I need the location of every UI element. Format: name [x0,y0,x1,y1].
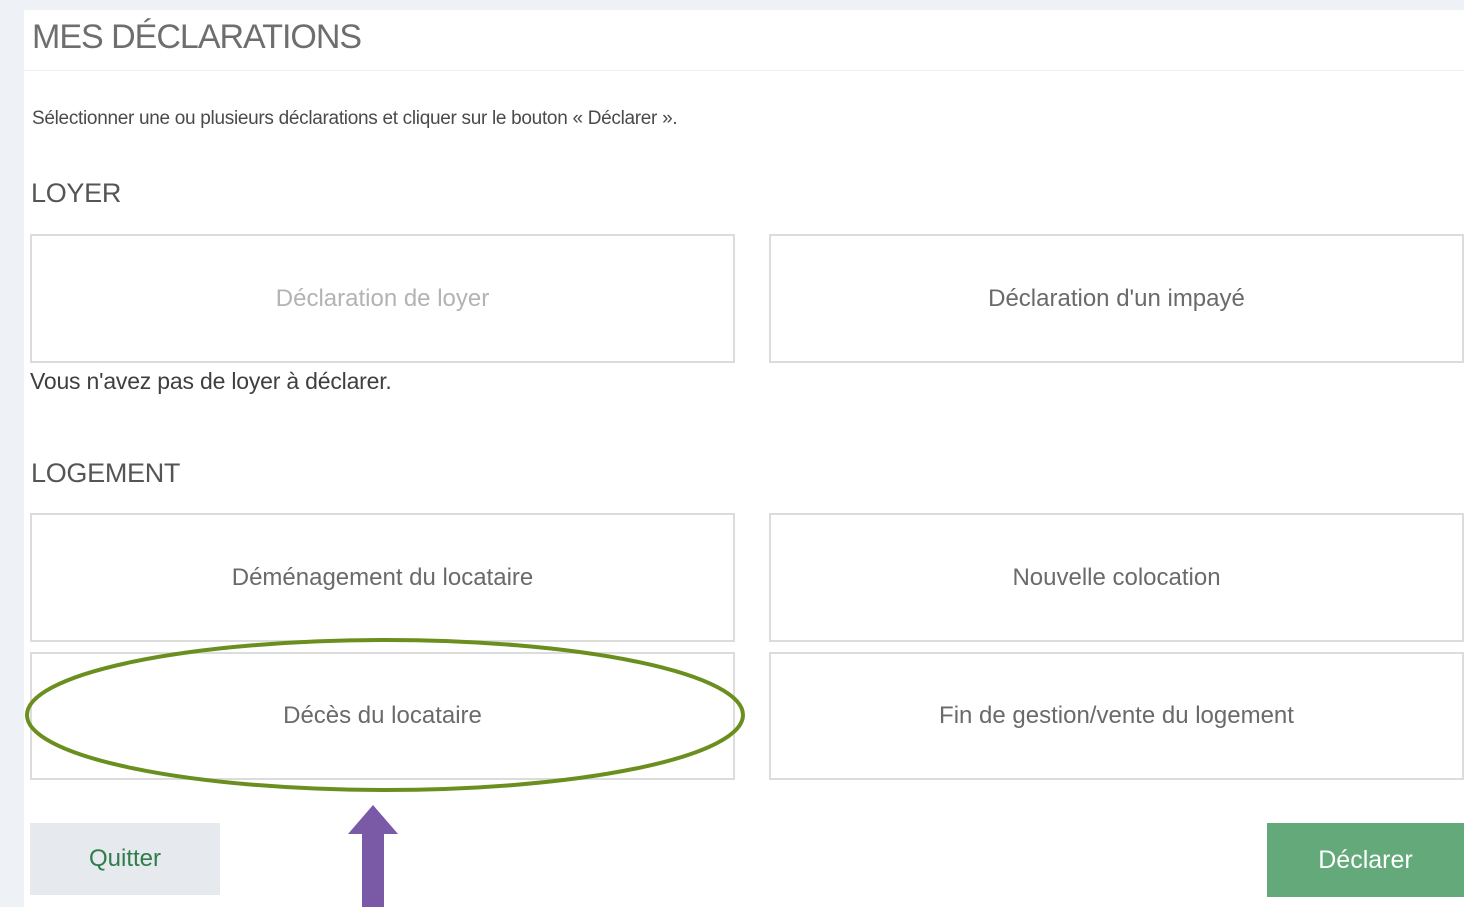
title-divider [24,70,1464,71]
card-declaration-impaye[interactable]: Déclaration d'un impayé [769,234,1464,363]
card-declaration-loyer[interactable]: Déclaration de loyer [30,234,735,363]
no-rent-note: Vous n'avez pas de loyer à déclarer. [30,368,392,394]
card-nouvelle-colocation[interactable]: Nouvelle colocation [769,513,1464,642]
card-label: Déclaration d'un impayé [988,284,1245,312]
section-title-loyer: LOYER [31,178,122,208]
card-label: Déclaration de loyer [275,284,490,312]
card-demenagement-locataire[interactable]: Déménagement du locataire [30,513,735,642]
declarations-panel: MES DÉCLARATIONS Sélectionner une ou plu… [24,10,1464,907]
section-title-logement: LOGEMENT [31,458,181,488]
card-fin-gestion-vente[interactable]: Fin de gestion/vente du logement [769,652,1464,780]
card-label: Nouvelle colocation [1012,563,1221,591]
card-label: Déménagement du locataire [231,563,534,591]
card-deces-locataire[interactable]: Décès du locataire [30,652,735,780]
declare-button[interactable]: Déclarer [1267,823,1464,897]
page-title: MES DÉCLARATIONS [32,18,362,56]
instruction-text: Sélectionner une ou plusieurs déclaratio… [32,108,678,129]
quit-button[interactable]: Quitter [30,823,220,895]
card-label: Décès du locataire [283,702,482,729]
card-label: Fin de gestion/vente du logement [939,702,1294,729]
